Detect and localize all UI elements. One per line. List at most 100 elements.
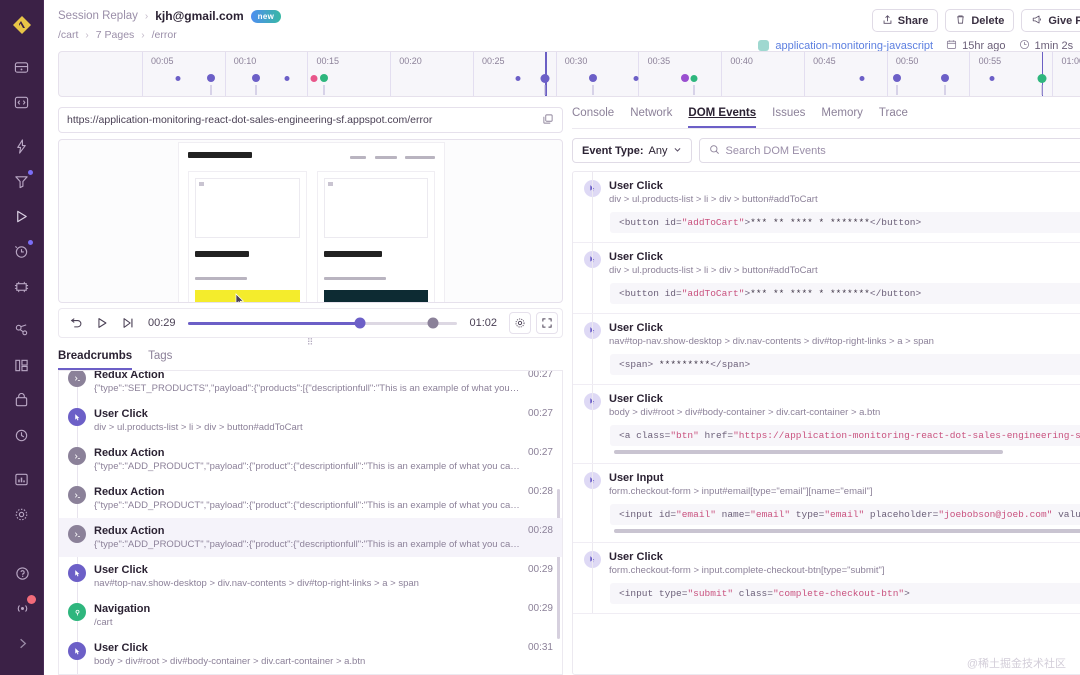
help-icon[interactable]: [9, 560, 35, 586]
skip-next-icon[interactable]: [115, 310, 141, 336]
replay-viewport[interactable]: [58, 139, 563, 303]
breadcrumb-detail: {"type":"ADD_PRODUCT","payload":{"produc…: [94, 461, 520, 472]
breadcrumbs-list[interactable]: ⠿ Redux Action{"type":"SET_PRODUCTS","pa…: [58, 371, 563, 675]
path-crumb-0[interactable]: /cart: [58, 29, 78, 41]
replayed-product-desc: [195, 277, 247, 280]
tab-network[interactable]: Network: [630, 107, 672, 128]
dom-event-row[interactable]: User Input form.checkout-form > input#ema…: [573, 464, 1080, 543]
timeline-event-dot[interactable]: [859, 75, 865, 81]
discover-icon[interactable]: [9, 317, 35, 343]
timeline-event-dot[interactable]: [540, 73, 550, 83]
replayed-product-card[interactable]: [316, 171, 435, 302]
fullscreen-icon[interactable]: [536, 312, 558, 334]
give-feedback-label: Give Feedback: [1048, 14, 1080, 27]
replayed-add-to-cart-button[interactable]: [195, 290, 300, 302]
user-feedback-icon[interactable]: [9, 422, 35, 448]
timeline-event-dot[interactable]: [681, 74, 690, 82]
workspace: https://application-monitoring-react-dot…: [44, 97, 1080, 675]
dom-event-row[interactable]: User Click form.checkout-form > input.com…: [573, 543, 1080, 614]
breadcrumb-row[interactable]: Navigation/cart 00:29: [59, 596, 562, 635]
timeline-event-dot[interactable]: [207, 74, 216, 82]
replay-timeline[interactable]: 00:05 00:10 00:15 00:20 00:25 00:30 00:35 00:40…: [58, 51, 1080, 97]
timeline-event-dot[interactable]: [589, 74, 598, 82]
path-crumb-2[interactable]: /error: [152, 29, 177, 41]
expand-sidebar-icon[interactable]: [9, 630, 35, 656]
give-feedback-button[interactable]: Give Feedback: [1021, 9, 1080, 32]
seek-bar[interactable]: [187, 317, 458, 329]
session-replay-app: Session Replay › kjh@gmail.com new /cart…: [0, 0, 1080, 675]
releases-icon[interactable]: [9, 387, 35, 413]
primary-sidebar: [0, 0, 44, 675]
profiling-icon[interactable]: [9, 273, 35, 299]
breadcrumb-root[interactable]: Session Replay: [58, 10, 138, 22]
breadcrumb-row[interactable]: Redux Action {"type":"ADD_PRODUCT","paylo…: [59, 440, 562, 479]
performance-icon[interactable]: [9, 133, 35, 159]
timeline-event-dot[interactable]: [310, 74, 318, 82]
code-horizontal-scrollbar[interactable]: [614, 450, 1003, 454]
tab-breadcrumbs[interactable]: Breadcrumbs: [58, 350, 133, 370]
timeline-event-dot[interactable]: [633, 75, 639, 81]
timeline-event-dot[interactable]: [175, 75, 181, 81]
tab-console[interactable]: Console: [572, 107, 614, 128]
timeline-event-dot[interactable]: [892, 74, 901, 82]
breadcrumb-content: Navigation/cart: [94, 603, 520, 628]
breadcrumb-row[interactable]: User Click div > ul.products-list > li > …: [59, 401, 562, 440]
dom-event-row[interactable]: User Click nav#top-nav.show-desktop > div…: [573, 314, 1080, 385]
rewind-10-icon[interactable]: [63, 310, 89, 336]
timeline-event-dot[interactable]: [989, 75, 995, 81]
project-chip[interactable]: application-monitoring-javascript: [758, 40, 933, 52]
tab-dom-events[interactable]: DOM Events: [688, 107, 757, 128]
breadcrumb-row[interactable]: Redux Action {"type":"ADD_PRODUCT","paylo…: [59, 479, 562, 518]
timeline-tick-label: 00:10: [233, 56, 257, 66]
replays-icon[interactable]: [9, 203, 35, 229]
sentry-logo[interactable]: [11, 14, 33, 36]
tab-memory[interactable]: Memory: [821, 107, 863, 128]
replayed-product-card[interactable]: [188, 171, 307, 302]
gear-icon[interactable]: [509, 312, 531, 334]
dashboards-icon[interactable]: [9, 352, 35, 378]
copy-icon[interactable]: [542, 113, 554, 128]
stats-icon[interactable]: [9, 466, 35, 492]
replayed-buy-button[interactable]: [323, 290, 428, 302]
share-button[interactable]: Share: [871, 9, 939, 32]
code-horizontal-scrollbar[interactable]: [614, 529, 1080, 533]
breadcrumb-row[interactable]: User Click nav#top-nav.show-desktop > div…: [59, 557, 562, 596]
dom-event-row[interactable]: User Click body > div#root > div#body-con…: [573, 385, 1080, 464]
projects-icon[interactable]: [9, 89, 35, 115]
path-crumb-1[interactable]: 7 Pages: [96, 29, 135, 41]
dom-event-header: User Click nav#top-nav.show-desktop > div…: [584, 322, 1080, 347]
dom-event-row[interactable]: User Click div > ul.products-list > li > …: [573, 243, 1080, 314]
breadcrumb-row[interactable]: Redux Action {"type":"ADD_PRODUCT","paylo…: [59, 518, 562, 557]
timeline-event-stem: [544, 85, 546, 95]
tab-tags[interactable]: Tags: [148, 350, 172, 370]
replayed-product-desc: [323, 277, 386, 280]
alerts-icon[interactable]: [9, 168, 35, 194]
delete-button[interactable]: Delete: [945, 9, 1015, 32]
timeline-event-dot[interactable]: [284, 75, 290, 81]
dom-event-row[interactable]: User Click div > ul.products-list > li > …: [573, 172, 1080, 243]
broadcast-icon[interactable]: [9, 595, 36, 621]
tab-trace[interactable]: Trace: [879, 107, 908, 128]
play-icon[interactable]: [89, 310, 115, 336]
breadcrumb-row[interactable]: User Click body > div#root > div#body-con…: [59, 635, 562, 674]
dom-events-search[interactable]: Search DOM Events: [698, 138, 1080, 163]
replayed-page: [179, 143, 444, 302]
timeline-event-dot[interactable]: [252, 74, 261, 82]
event-type-filter[interactable]: Event Type: Any: [572, 138, 692, 163]
timeline-event-dot[interactable]: [1037, 73, 1047, 83]
settings-icon[interactable]: [9, 501, 35, 527]
timeline-event-dot[interactable]: [515, 75, 521, 81]
seek-handle[interactable]: [354, 317, 366, 329]
drag-handle-dots[interactable]: ⠿: [307, 337, 315, 348]
buffer-handle[interactable]: [427, 317, 439, 329]
dom-event-code: <button id="addToCart">*** ** **** * ***…: [610, 283, 1080, 304]
timeline-tick: [638, 52, 640, 96]
issues-icon[interactable]: [9, 54, 35, 80]
crons-icon[interactable]: [9, 238, 35, 264]
tab-issues[interactable]: Issues: [772, 107, 805, 128]
timeline-event-dot[interactable]: [319, 74, 328, 82]
dom-events-list[interactable]: User Click div > ul.products-list > li > …: [572, 171, 1080, 675]
timeline-event-dot[interactable]: [690, 74, 698, 82]
timeline-event-dot[interactable]: [940, 74, 949, 82]
breadcrumb-row[interactable]: Redux Action {"type":"SET_PRODUCTS","payl…: [59, 371, 562, 401]
